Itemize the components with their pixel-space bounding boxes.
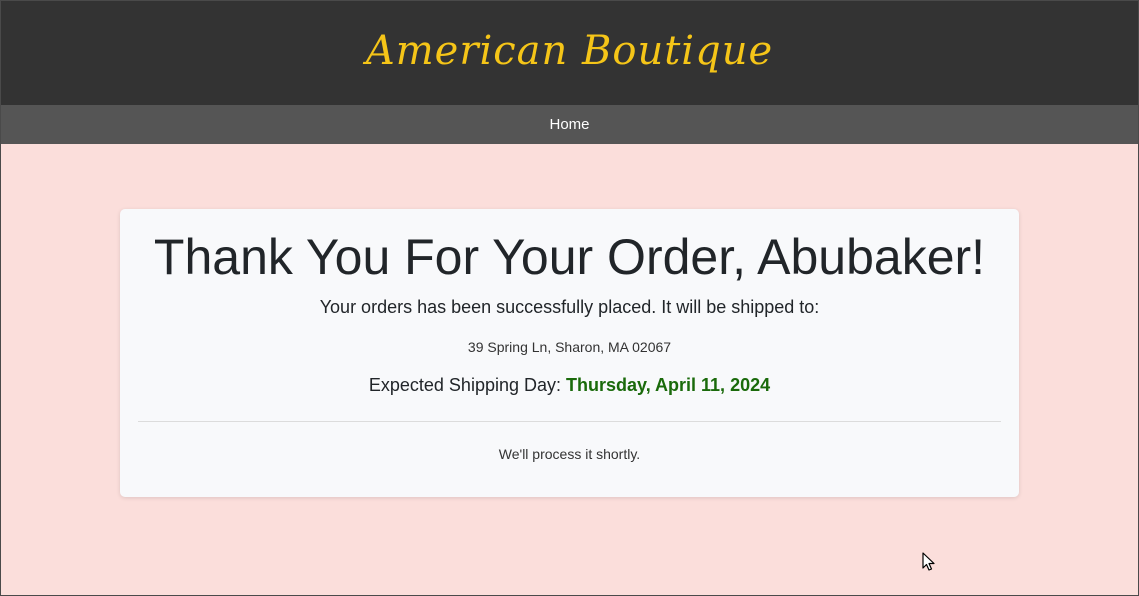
order-confirmation-card: Thank You For Your Order, Abubaker! Your…	[120, 209, 1019, 497]
brand-logo[interactable]: American Boutique	[366, 28, 773, 74]
nav-home-link[interactable]: Home	[549, 116, 589, 133]
confirmation-subtitle: Your orders has been successfully placed…	[319, 297, 820, 317]
site-header: American Boutique	[0, 0, 1139, 105]
main-nav: Home	[0, 105, 1139, 144]
shipping-day: Expected Shipping Day: Thursday, April 1…	[120, 374, 1019, 396]
shipping-day-date: Thursday, April 11, 2024	[566, 375, 771, 395]
processing-note: We'll process it shortly.	[498, 446, 641, 462]
mouse-pointer-icon	[922, 552, 935, 571]
card-divider	[138, 421, 1001, 422]
shipping-day-label: Expected Shipping Day:	[368, 375, 561, 395]
confirmation-title: Thank You For Your Order, Abubaker!	[153, 229, 986, 285]
shipping-address: 39 Spring Ln, Sharon, MA 02067	[467, 339, 672, 355]
